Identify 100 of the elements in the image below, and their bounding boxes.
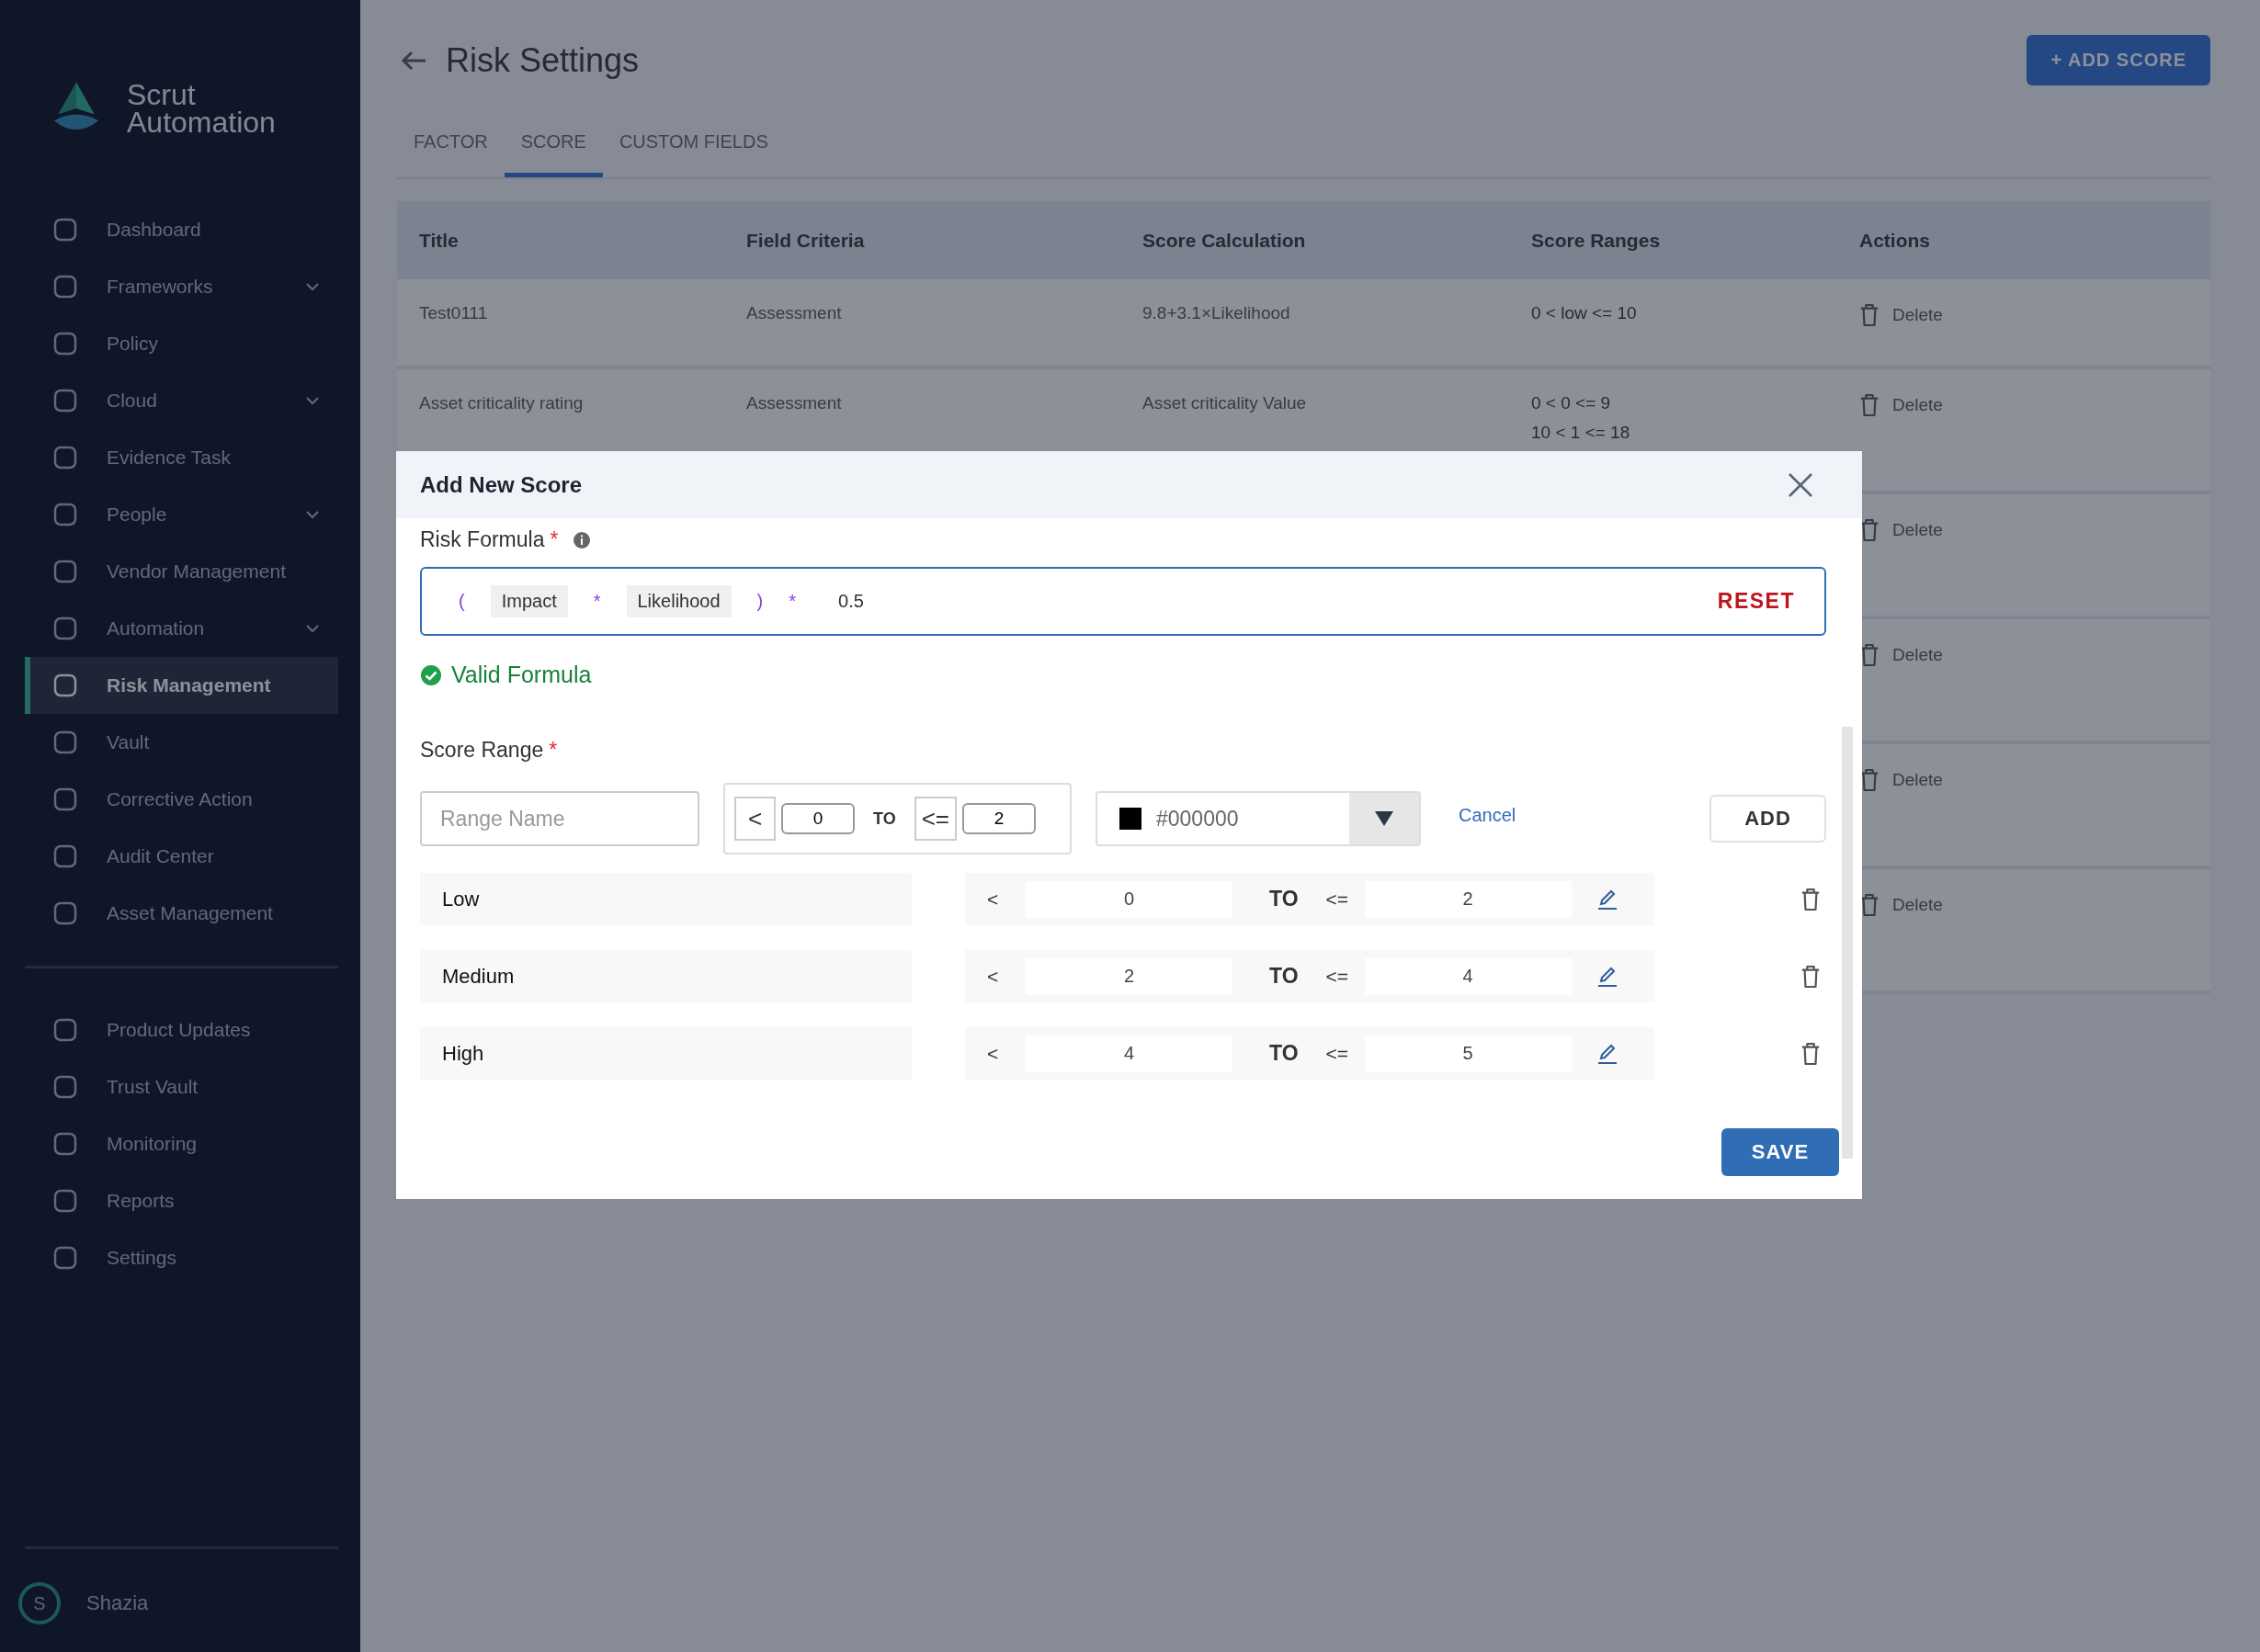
nav-icon: [51, 501, 79, 528]
operator-selector[interactable]: <=: [914, 797, 958, 841]
sidebar-item[interactable]: Audit Center: [25, 828, 338, 885]
logo-text: Scrut: [127, 81, 197, 108]
dropdown-toggle[interactable]: [1349, 793, 1419, 844]
pencil-icon[interactable]: [1596, 965, 1618, 988]
lower-bound-field[interactable]: 0: [781, 803, 855, 834]
validation-message: Valid Formula: [451, 662, 592, 688]
table-cell-text: Asset criticality rating: [419, 393, 585, 413]
bound-value: 2: [1026, 957, 1232, 995]
trash-icon[interactable]: [1859, 768, 1880, 792]
sidebar-item[interactable]: Monitoring: [25, 1115, 338, 1172]
reset-button[interactable]: RESET: [1711, 588, 1800, 615]
tab[interactable]: FACTOR: [397, 122, 505, 177]
required-mark: *: [550, 527, 559, 552]
dialog-title: Add New Score: [420, 471, 583, 498]
formula-number: 0.5: [837, 591, 864, 612]
sidebar-item[interactable]: Automation: [25, 600, 338, 657]
operator-text: <=: [1325, 1042, 1350, 1065]
sidebar-item[interactable]: Corrective Action: [25, 771, 338, 828]
color-select[interactable]: #000000: [1096, 791, 1421, 846]
score-range-text: 0 < low <= 10: [1531, 303, 1638, 323]
formula-field[interactable]: ( Impact * Likelihood ) * 0.5 RESET: [420, 567, 1826, 636]
nav-icon: [51, 1073, 79, 1101]
sidebar-item[interactable]: Product Updates: [25, 1001, 338, 1058]
delete-link[interactable]: Delete: [1892, 645, 1943, 665]
save-button[interactable]: SAVE: [1721, 1128, 1839, 1176]
dropdown-triangle-icon: [1374, 810, 1394, 827]
range-name-field[interactable]: Range Name: [420, 791, 699, 846]
delete-link[interactable]: Delete: [1892, 305, 1943, 325]
upper-bound-field[interactable]: 2: [962, 803, 1037, 834]
trash-icon[interactable]: [1859, 893, 1880, 917]
operator-text: <=: [1325, 965, 1350, 988]
trash-icon[interactable]: [1800, 964, 1821, 989]
add-button[interactable]: ADD: [1709, 795, 1826, 843]
nav-icon: [51, 1244, 79, 1272]
sidebar-item[interactable]: People: [25, 486, 338, 543]
nav-icon: [51, 615, 79, 642]
tab[interactable]: SCORE: [504, 122, 603, 177]
sidebar-item[interactable]: Evidence Task: [25, 429, 338, 486]
sidebar-item[interactable]: Frameworks: [25, 258, 338, 315]
table-cell-text: Asset criticality Value: [1142, 393, 1308, 413]
column-header: Score Ranges: [1531, 229, 1662, 252]
pencil-icon[interactable]: [1596, 888, 1618, 911]
delete-link[interactable]: Delete: [1892, 395, 1943, 415]
table-cell-text: 9.8+3.1×Likelihood: [1142, 303, 1291, 323]
formula-operator: *: [593, 591, 601, 612]
user-avatar[interactable]: S: [18, 1582, 61, 1624]
nav-icon: [51, 786, 79, 813]
cancel-link[interactable]: Cancel: [1459, 804, 1516, 826]
nav-icon: [51, 843, 79, 870]
nav-icon: [51, 1130, 79, 1158]
trash-icon[interactable]: [1800, 887, 1821, 911]
formula-variable-chip: Impact: [490, 585, 568, 617]
trash-icon[interactable]: [1859, 643, 1880, 667]
scrollbar[interactable]: [1842, 727, 1853, 1159]
add-score-button[interactable]: + ADD SCORE: [2027, 35, 2210, 85]
column-header: Field Criteria: [746, 229, 866, 252]
range-name-cell: Low: [420, 873, 912, 925]
bound-value: 4: [1026, 1035, 1232, 1072]
nav-icon: [51, 1016, 79, 1044]
check-circle-icon: [420, 663, 442, 686]
range-name-cell: High: [420, 1027, 912, 1080]
field-label: Risk Formula: [420, 527, 545, 552]
delete-link[interactable]: Delete: [1892, 770, 1943, 790]
logo-text: Automation: [127, 108, 276, 136]
page-title: Risk Settings: [446, 40, 640, 80]
sidebar-item[interactable]: Risk Management: [25, 657, 338, 714]
pencil-icon[interactable]: [1596, 1042, 1618, 1065]
delete-link[interactable]: Delete: [1892, 520, 1943, 540]
score-range-text: 0 < 0 <= 9: [1531, 393, 1612, 413]
formula-operator: *: [789, 591, 797, 612]
to-label: TO: [1269, 1041, 1299, 1066]
sidebar-item[interactable]: Vendor Management: [25, 543, 338, 600]
score-range-text: 10 < 1 <= 18: [1531, 423, 1631, 443]
operator-selector[interactable]: <: [734, 797, 776, 841]
sidebar-item[interactable]: Asset Management: [25, 885, 338, 942]
bound-value: 2: [1364, 880, 1572, 918]
sidebar-item[interactable]: Vault: [25, 714, 338, 771]
operator-text: <=: [1325, 888, 1350, 911]
to-label: TO: [1269, 964, 1299, 989]
to-label: TO: [1269, 887, 1299, 911]
trash-icon[interactable]: [1859, 518, 1880, 542]
nav-icon: [51, 330, 79, 357]
back-arrow-icon[interactable]: [400, 49, 427, 72]
sidebar-item[interactable]: Trust Vault: [25, 1058, 338, 1115]
range-name-cell: Medium: [420, 950, 912, 1002]
sidebar-item[interactable]: Reports: [25, 1172, 338, 1229]
trash-icon[interactable]: [1800, 1041, 1821, 1066]
sidebar-item[interactable]: Cloud: [25, 372, 338, 429]
required-mark: *: [549, 738, 558, 763]
info-icon[interactable]: [573, 530, 592, 549]
tab[interactable]: CUSTOM FIELDS: [602, 122, 785, 177]
delete-link[interactable]: Delete: [1892, 895, 1943, 915]
sidebar-item[interactable]: Dashboard: [25, 201, 338, 258]
sidebar-item[interactable]: Settings: [25, 1229, 338, 1286]
close-icon[interactable]: [1787, 470, 1814, 499]
formula-parenthesis: ): [756, 591, 764, 612]
sidebar-item[interactable]: Policy: [25, 315, 338, 372]
operator-text: <: [987, 1042, 1000, 1065]
